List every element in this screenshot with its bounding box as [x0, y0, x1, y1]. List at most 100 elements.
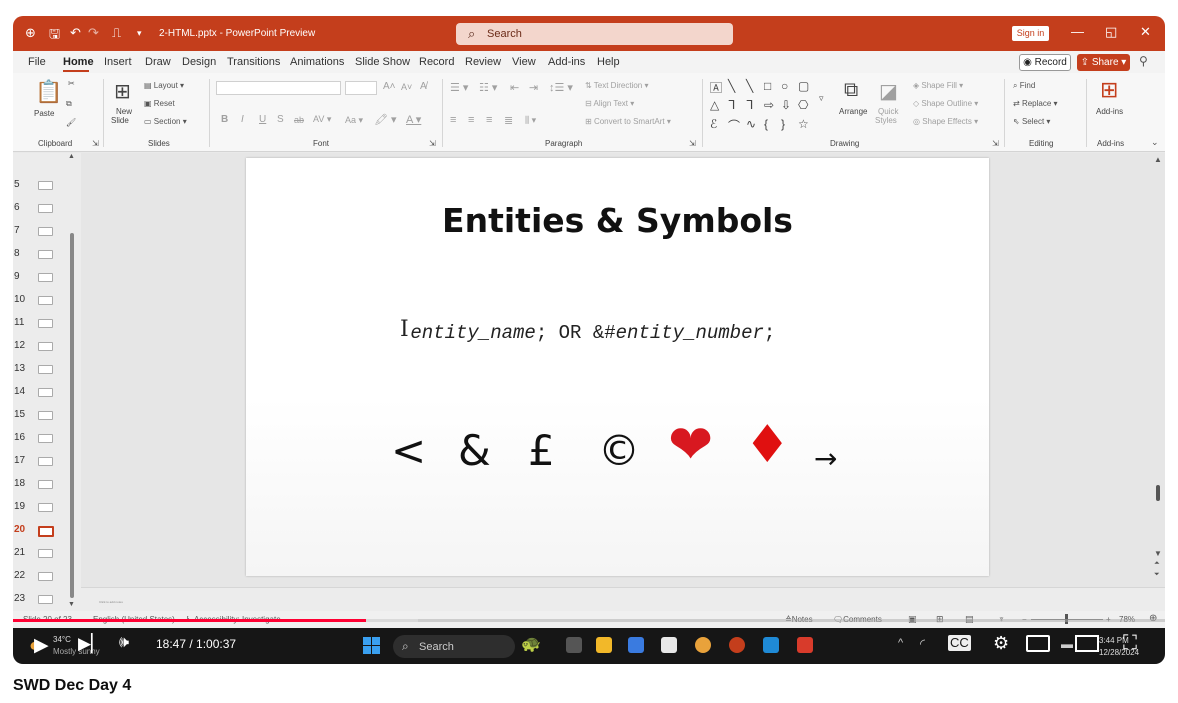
save-icon[interactable]: 🖫: [49, 25, 60, 47]
tab-review[interactable]: Review: [465, 56, 501, 68]
symbols-row[interactable]: < & £ © ❤ ♦ →: [246, 418, 989, 490]
add-ins-icon[interactable]: ⊞: [1100, 77, 1118, 103]
font-size-combo[interactable]: [345, 81, 377, 95]
slide-thumbnail[interactable]: [38, 411, 53, 420]
add-ins-label[interactable]: Add-ins: [1096, 107, 1123, 116]
slide-thumbnail[interactable]: [38, 434, 53, 443]
increase-indent-icon[interactable]: ⇥: [529, 81, 538, 94]
tab-insert[interactable]: Insert: [104, 56, 132, 68]
new-slide-label-2[interactable]: Slide: [111, 116, 129, 125]
textbox-shape-icon[interactable]: 🄰: [710, 79, 722, 96]
slide-thumbnail[interactable]: [38, 549, 53, 558]
slide-thumbnail[interactable]: [38, 204, 53, 213]
video-player[interactable]: ⊕ 🖫 ↶ ↷ ⎍ ▾ 2-HTML.pptx - PowerPoint Pre…: [13, 16, 1165, 664]
scroll-up-icon[interactable]: ▲: [1154, 155, 1162, 164]
undo-icon[interactable]: ↶: [70, 25, 81, 41]
tab-design[interactable]: Design: [182, 56, 216, 68]
fullscreen-icon[interactable]: ⛶: [1123, 632, 1137, 655]
collapse-ribbon-icon[interactable]: ⌄: [1151, 137, 1159, 148]
convert-smartart-button[interactable]: ⊞ Convert to SmartArt ▾: [585, 117, 671, 126]
italic-button[interactable]: I: [241, 114, 244, 125]
powerpoint-icon[interactable]: [729, 637, 745, 653]
scroll-down-icon[interactable]: ▼: [1154, 549, 1162, 558]
curved-connector-shape-icon[interactable]: ᒣ: [746, 98, 753, 112]
star-shape-icon[interactable]: ☆: [798, 117, 809, 131]
slide-thumbnail[interactable]: [38, 457, 53, 466]
align-right-icon[interactable]: ≡: [486, 114, 492, 126]
change-case-button[interactable]: Aa ▾: [345, 115, 363, 126]
coauthor-icon[interactable]: ⚲: [1139, 54, 1148, 68]
arrow-line-shape-icon[interactable]: ╲: [746, 79, 753, 93]
record-button[interactable]: ◉ Record: [1019, 54, 1071, 71]
tab-file[interactable]: File: [28, 56, 46, 68]
line-shape-icon[interactable]: ╲: [728, 79, 735, 93]
numbering-icon[interactable]: ☷ ▾: [479, 81, 497, 94]
triangle-shape-icon[interactable]: △: [710, 98, 719, 112]
slide-thumbnail[interactable]: [38, 388, 53, 397]
slide-thumbnail[interactable]: [38, 296, 53, 305]
search-box[interactable]: ⌕ Search: [456, 23, 733, 45]
paste-icon[interactable]: 📋: [35, 79, 62, 105]
redo-icon[interactable]: ↷: [88, 25, 99, 41]
shadow-button[interactable]: S: [277, 114, 284, 125]
settings-gear-icon[interactable]: ⚙: [993, 633, 1009, 654]
arc-shape-icon[interactable]: ⌒: [728, 117, 740, 134]
slide-thumbnail[interactable]: [38, 595, 53, 604]
slide-thumbnail[interactable]: [38, 181, 53, 190]
new-slide-icon[interactable]: ⊞: [114, 79, 131, 104]
play-icon[interactable]: ▶: [34, 634, 49, 657]
right-arrow-shape-icon[interactable]: ⇨: [764, 98, 774, 112]
tab-record[interactable]: Record: [419, 56, 454, 68]
slide-thumbnail[interactable]: [38, 342, 53, 351]
justify-icon[interactable]: ≣: [504, 114, 513, 127]
shrink-font-button[interactable]: A˅: [401, 82, 412, 92]
grow-font-button[interactable]: A˄: [383, 81, 396, 92]
slide-thumbnail[interactable]: [38, 572, 53, 581]
tab-view[interactable]: View: [512, 56, 536, 68]
volume-icon[interactable]: 🕪: [119, 634, 129, 652]
subtitles-icon[interactable]: CC: [948, 635, 971, 651]
strikethrough-button[interactable]: ab: [294, 115, 304, 125]
decrease-indent-icon[interactable]: ⇤: [510, 81, 519, 94]
format-painter-icon[interactable]: 🖌: [66, 118, 76, 127]
video-progress-bar[interactable]: [13, 619, 1165, 622]
shape-outline-button[interactable]: ◇ Shape Outline ▾: [913, 99, 978, 108]
widget-turtle-icon[interactable]: 🐢: [521, 634, 541, 654]
shape-fill-button[interactable]: ◈ Shape Fill ▾: [913, 81, 963, 90]
entity-syntax-text[interactable]: &entity_name; OR &#entity_number;: [399, 322, 775, 344]
scroll-down-icon[interactable]: ▼: [68, 601, 75, 608]
vscode-icon[interactable]: [763, 637, 779, 653]
slide-thumbnail[interactable]: [38, 227, 53, 236]
replace-button[interactable]: ⇄ Replace ▾: [1013, 99, 1058, 108]
down-arrow-shape-icon[interactable]: ⇩: [781, 98, 791, 112]
editor-scrollbar[interactable]: ▲ ▼ ⏶ ⏷: [1151, 153, 1165, 587]
bullets-icon[interactable]: ☰ ▾: [450, 81, 468, 94]
underline-button[interactable]: U: [259, 114, 266, 125]
curve-shape-icon[interactable]: ∿: [746, 117, 756, 131]
character-spacing-button[interactable]: AV ▾: [313, 114, 331, 125]
section-button[interactable]: ▭ Section ▾: [144, 117, 187, 126]
layout-button[interactable]: ▤ Layout ▾: [144, 81, 184, 90]
slide-editor[interactable]: Entities & Symbols &entity_name; OR &#en…: [81, 153, 1165, 611]
font-launcher-icon[interactable]: ⇲: [429, 139, 436, 148]
scroll-up-icon[interactable]: ▲: [68, 153, 75, 160]
tab-add-ins[interactable]: Add-ins: [548, 56, 585, 68]
paste-label[interactable]: Paste: [34, 109, 54, 118]
slide-thumbnail[interactable]: [38, 319, 53, 328]
clipboard-launcher-icon[interactable]: ⇲: [92, 139, 99, 148]
new-slide-label-1[interactable]: New: [116, 107, 132, 116]
editor-scroll-thumb[interactable]: [1156, 485, 1160, 501]
text-direction-button[interactable]: ⇅ Text Direction ▾: [585, 81, 649, 90]
quick-styles-icon[interactable]: ◪: [879, 79, 898, 104]
right-brace-shape-icon[interactable]: }: [781, 117, 785, 131]
app-icon[interactable]: [797, 637, 813, 653]
line-spacing-icon[interactable]: ↕☰ ▾: [549, 81, 573, 94]
minimize-button[interactable]: —: [1071, 24, 1084, 39]
present-icon[interactable]: ⎍: [112, 25, 121, 41]
taskbar-search[interactable]: ⌕ Search: [393, 635, 515, 658]
find-button[interactable]: ⌕ Find: [1013, 81, 1035, 91]
quick-styles-label-2[interactable]: Styles: [875, 116, 897, 125]
tab-draw[interactable]: Draw: [145, 56, 171, 68]
reset-button[interactable]: ▣ Reset: [144, 99, 175, 108]
elbow-connector-shape-icon[interactable]: ᒣ: [728, 98, 735, 112]
